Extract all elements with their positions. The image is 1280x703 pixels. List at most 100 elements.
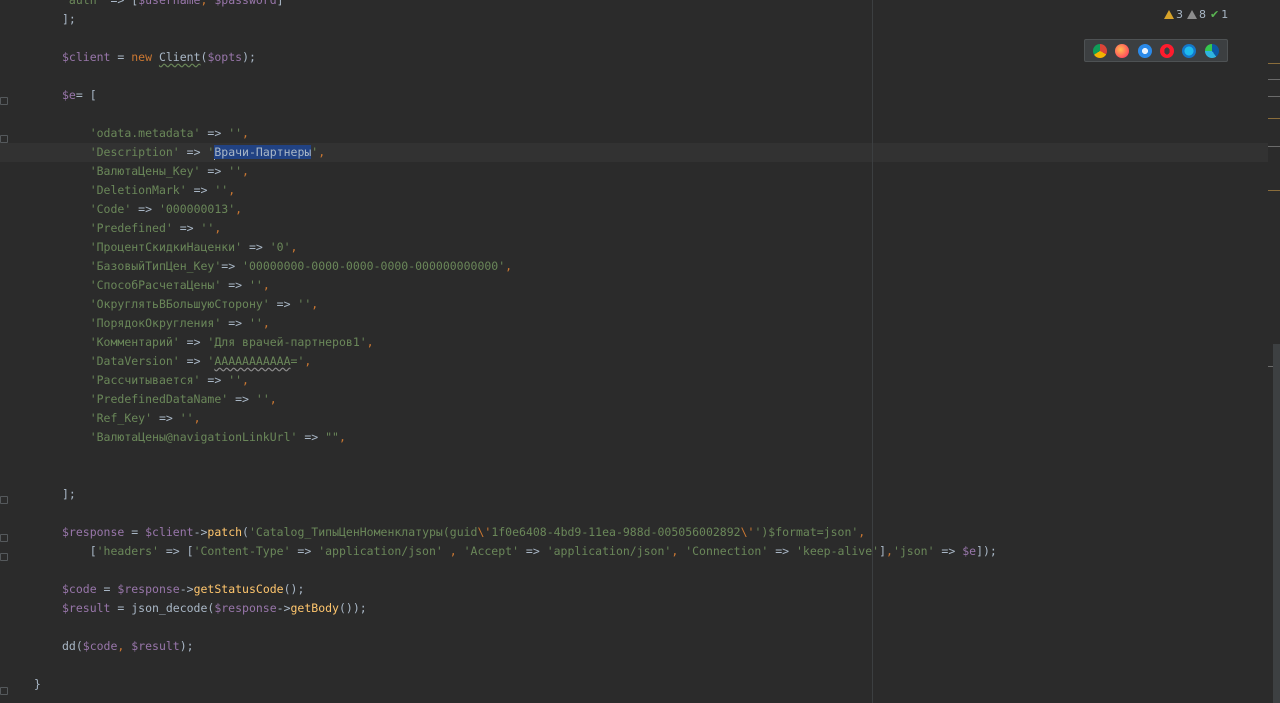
code-line[interactable]: 'СпособРасчетаЦены' => '', bbox=[62, 276, 270, 295]
code-token: 1f0e6408-4bd9-11ea-988d-005056002892 bbox=[491, 525, 741, 539]
code-token: $response bbox=[214, 601, 277, 615]
typos-count: 1 bbox=[1221, 7, 1229, 21]
code-token: ]; bbox=[62, 487, 76, 501]
fold-marker[interactable] bbox=[0, 496, 8, 504]
code-token: AAAAAAAAAAA bbox=[214, 354, 291, 368]
code-line[interactable]: 'Predefined' => '', bbox=[62, 219, 222, 238]
warning-stripe[interactable] bbox=[1268, 63, 1280, 64]
firefox-icon[interactable] bbox=[1115, 43, 1130, 58]
code-token: 'ПроцентСкидкиНаценки' bbox=[89, 240, 243, 254]
code-token: '' bbox=[297, 297, 312, 311]
code-line[interactable]: 'Ref_Key' => '', bbox=[62, 409, 201, 428]
warning-stripe[interactable] bbox=[1268, 118, 1280, 119]
code-token: , bbox=[366, 335, 374, 349]
code-line[interactable]: 'БазовыйТипЦен_Key'=> '00000000-0000-000… bbox=[62, 257, 512, 276]
code-token: 'odata.metadata' bbox=[89, 126, 201, 140]
code-token: => bbox=[242, 240, 270, 254]
code-token: , bbox=[235, 202, 243, 216]
code-line[interactable]: 'DeletionMark' => '', bbox=[62, 181, 235, 200]
code-line[interactable]: ]; bbox=[62, 10, 76, 29]
code-line[interactable]: 'auth' => [$username, $password] bbox=[62, 0, 284, 10]
code-token: => bbox=[131, 202, 159, 216]
code-line[interactable]: 'DataVersion' => 'AAAAAAAAAAA=', bbox=[62, 352, 312, 371]
code-token: , bbox=[242, 373, 249, 387]
weak-warning-stripe[interactable] bbox=[1268, 96, 1280, 97]
code-token: $client bbox=[145, 525, 194, 539]
code-line[interactable]: ['headers' => ['Content-Type' => 'applic… bbox=[62, 542, 997, 561]
code-line[interactable]: $result = json_decode($response->getBody… bbox=[62, 599, 367, 618]
ie-icon[interactable] bbox=[1182, 43, 1197, 58]
code-line[interactable]: $e= [ bbox=[62, 86, 97, 105]
code-token: , bbox=[214, 221, 222, 235]
opera-icon[interactable] bbox=[1160, 43, 1175, 58]
code-token: , bbox=[671, 544, 686, 558]
code-token: , bbox=[242, 126, 249, 140]
chrome-icon[interactable] bbox=[1093, 43, 1108, 58]
code-token: ] bbox=[879, 544, 887, 558]
code-token: , bbox=[505, 259, 513, 273]
code-token: 'Комментарий' bbox=[89, 335, 180, 349]
safari-icon[interactable] bbox=[1137, 43, 1152, 58]
code-token: , bbox=[200, 0, 215, 7]
code-token: , bbox=[262, 278, 270, 292]
code-line[interactable]: dd($code, $result); bbox=[62, 637, 194, 656]
code-token: => bbox=[768, 544, 796, 558]
code-line[interactable]: 'Description' => 'Врачи-Партнеры', bbox=[62, 143, 325, 162]
code-token: '' bbox=[228, 126, 243, 140]
code-token: $code bbox=[82, 639, 118, 653]
code-token: ] bbox=[276, 0, 284, 7]
code-line[interactable]: 'ВалютаЦены_Key' => '', bbox=[62, 162, 249, 181]
weak-warning-icon bbox=[1187, 9, 1197, 19]
code-line[interactable]: 'Комментарий' => 'Для врачей-партнеров1'… bbox=[62, 333, 374, 352]
code-line[interactable]: } bbox=[34, 675, 41, 694]
code-token: 'ОкруглятьВБольшуюСторону' bbox=[89, 297, 270, 311]
code-line[interactable]: ]; bbox=[62, 485, 76, 504]
inspection-widget[interactable]: 3 8 ✔ 1 bbox=[1164, 6, 1228, 22]
fold-marker[interactable] bbox=[0, 97, 8, 105]
code-line[interactable]: 'ПроцентСкидкиНаценки' => '0', bbox=[62, 238, 298, 257]
code-token: , bbox=[442, 544, 464, 558]
edge-icon[interactable] bbox=[1204, 43, 1219, 58]
code-token: , bbox=[338, 430, 346, 444]
fold-marker[interactable] bbox=[0, 135, 8, 143]
code-token: => bbox=[297, 430, 326, 444]
code-token: $client bbox=[62, 50, 111, 64]
code-line[interactable]: 'Рассчитывается' => '', bbox=[62, 371, 249, 390]
code-token: 'application/json' bbox=[546, 544, 672, 558]
code-line[interactable]: 'ПорядокОкругления' => '', bbox=[62, 314, 270, 333]
code-line[interactable]: 'ОкруглятьВБольшуюСторону' => '', bbox=[62, 295, 319, 314]
code-line[interactable]: 'odata.metadata' => '', bbox=[62, 124, 249, 143]
code-token: '0' bbox=[269, 240, 291, 254]
weak-warnings-indicator[interactable]: 8 bbox=[1187, 8, 1206, 21]
fold-marker[interactable] bbox=[0, 553, 8, 561]
code-token: => [ bbox=[158, 544, 194, 558]
warnings-indicator[interactable]: 3 bbox=[1164, 8, 1183, 21]
code-token: => bbox=[519, 544, 547, 558]
fold-marker[interactable] bbox=[0, 687, 8, 695]
scrollbar-thumb[interactable] bbox=[1273, 344, 1280, 703]
typos-indicator[interactable]: ✔ 1 bbox=[1210, 8, 1228, 21]
code-line[interactable]: $client = new Client($opts); bbox=[62, 48, 256, 67]
warning-stripe[interactable] bbox=[1268, 190, 1280, 191]
code-token: 'Рассчитывается' bbox=[89, 373, 201, 387]
fold-marker[interactable] bbox=[0, 534, 8, 542]
editor-gutter[interactable] bbox=[0, 0, 34, 703]
code-line[interactable]: 'Code' => '000000013', bbox=[62, 200, 242, 219]
code-token: -> bbox=[276, 601, 291, 615]
code-token: 'СпособРасчетаЦены' bbox=[89, 278, 222, 292]
code-token: getStatusCode bbox=[193, 582, 284, 596]
code-line[interactable]: 'ВалютаЦены@navigationLinkUrl' => "", bbox=[62, 428, 346, 447]
code-line[interactable]: $code = $response->getStatusCode(); bbox=[62, 580, 304, 599]
code-token: ); bbox=[179, 639, 194, 653]
code-line[interactable]: 'PredefinedDataName' => '', bbox=[62, 390, 277, 409]
weak-warning-stripe[interactable] bbox=[1268, 79, 1280, 80]
code-editor[interactable]: 'auth' => [$username, $password]]; $clien… bbox=[34, 0, 1268, 703]
weak-warning-stripe[interactable] bbox=[1268, 146, 1280, 147]
code-line[interactable]: $response = $client->patch('Catalog_Типы… bbox=[62, 523, 865, 542]
